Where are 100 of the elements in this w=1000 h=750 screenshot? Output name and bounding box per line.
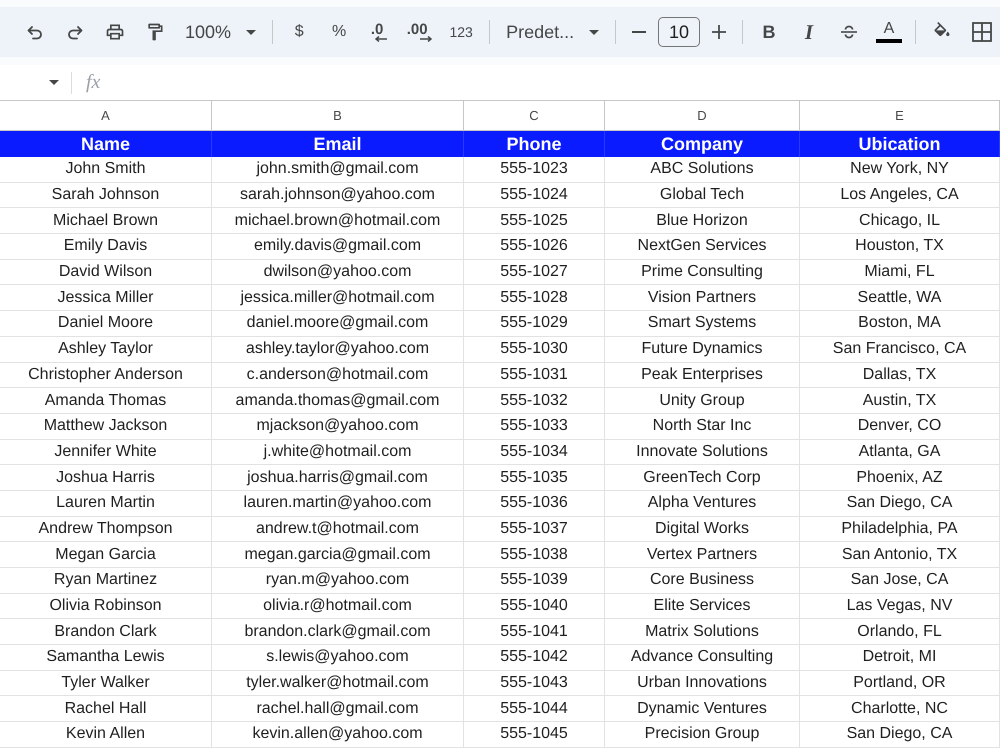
function-label: fx	[86, 71, 100, 94]
table-cell: San Jose, CA	[800, 568, 1000, 594]
font-dropdown[interactable]: Predet...	[498, 14, 608, 50]
table-cell: Matthew Jackson	[0, 414, 212, 440]
number-format-button[interactable]: 123	[441, 14, 482, 50]
table-cell: Lauren Martin	[0, 490, 212, 517]
table-cell: Vertex Partners	[605, 542, 800, 568]
table-cell: 555-1038	[464, 542, 605, 568]
table-cell: Tyler Walker	[0, 670, 212, 696]
table-cell: 555-1044	[464, 696, 605, 722]
column-header: Phone	[464, 131, 605, 157]
table-cell: Urban Innovations	[605, 670, 800, 696]
table-cell: John Smith	[0, 157, 212, 183]
table-cell: Dynamic Ventures	[605, 696, 800, 722]
table-cell: Las Vegas, NV	[800, 594, 1000, 620]
table-cell: joshua.harris@gmail.com	[212, 465, 464, 491]
table-cell: Kevin Allen	[0, 722, 212, 748]
table-cell: Denver, CO	[800, 414, 1000, 440]
table-cell: NextGen Services	[605, 234, 800, 260]
percent-button[interactable]: %	[321, 14, 358, 50]
currency-button[interactable]: $	[281, 14, 318, 50]
table-cell: Seattle, WA	[800, 285, 1000, 312]
table-cell: 555-1028	[464, 285, 605, 312]
table-cell: Daniel Moore	[0, 311, 212, 337]
table-cell: Global Tech	[605, 182, 800, 208]
table-cell: Jennifer White	[0, 440, 212, 466]
table-cell: Los Angeles, CA	[800, 182, 1000, 208]
left-arrow-icon	[375, 36, 388, 42]
column-header: Ubication	[800, 131, 1000, 157]
color-bar-icon	[876, 39, 902, 43]
table-cell: Vision Partners	[605, 285, 800, 312]
table-cell: Philadelphia, PA	[800, 516, 1000, 542]
table-cell: 555-1037	[464, 516, 605, 542]
table-cell: dwilson@yahoo.com	[212, 260, 464, 286]
table-cell: daniel.moore@gmail.com	[212, 311, 464, 337]
table-cell: tyler.walker@hotmail.com	[212, 670, 464, 696]
table-cell: c.anderson@hotmail.com	[212, 362, 464, 388]
print-icon	[105, 22, 125, 42]
table-cell: Andrew Thompson	[0, 516, 212, 542]
column-header: Company	[605, 131, 800, 157]
table-cell: 555-1023	[464, 157, 605, 183]
table-cell: Charlotte, NC	[800, 696, 1000, 722]
table-cell: Michael Brown	[0, 208, 212, 234]
table-cell: Matrix Solutions	[605, 619, 800, 646]
table-cell: 555-1045	[464, 722, 605, 748]
table-cell: Alpha Ventures	[605, 490, 800, 517]
column-header: Email	[212, 131, 464, 157]
table-cell: David Wilson	[0, 260, 212, 286]
increase-decimal-button[interactable]: .00	[401, 14, 438, 50]
table-cell: rachel.hall@gmail.com	[212, 696, 464, 722]
table-cell: Detroit, MI	[800, 645, 1000, 671]
zoom-dropdown[interactable]: 100%	[177, 14, 264, 50]
table-cell: New York, NY	[800, 157, 1000, 183]
table-cell: Peak Enterprises	[605, 362, 800, 388]
table-cell: 555-1041	[464, 619, 605, 646]
table-cell: 555-1034	[464, 440, 605, 466]
table-cell: Blue Horizon	[605, 208, 800, 234]
table-cell: Core Business	[605, 568, 800, 594]
table-cell: Smart Systems	[605, 311, 800, 337]
table-cell: 555-1040	[464, 594, 605, 620]
caret-icon	[589, 30, 600, 34]
table-cell: Olivia Robinson	[0, 594, 212, 620]
plus-icon	[712, 25, 726, 39]
table-cell: Portland, OR	[800, 670, 1000, 696]
table-cell: Miami, FL	[800, 260, 1000, 286]
table-cell: 555-1029	[464, 311, 605, 337]
table-cell: 555-1039	[464, 568, 605, 594]
table-cell: 555-1036	[464, 490, 605, 517]
table-cell: andrew.t@hotmail.com	[212, 516, 464, 542]
table-cell: Houston, TX	[800, 234, 1000, 260]
table-cell: 555-1032	[464, 388, 605, 414]
table-cell: Christopher Anderson	[0, 362, 212, 388]
table-cell: 555-1042	[464, 645, 605, 671]
table-cell: San Diego, CA	[800, 722, 1000, 748]
table-cell: kevin.allen@yahoo.com	[212, 722, 464, 748]
table-cell: amanda.thomas@gmail.com	[212, 388, 464, 414]
table-cell: 555-1043	[464, 670, 605, 696]
table-cell: 555-1030	[464, 336, 605, 362]
table-cell: michael.brown@hotmail.com	[212, 208, 464, 234]
table-cell: ashley.taylor@yahoo.com	[212, 336, 464, 362]
bold-button[interactable]: B	[751, 14, 787, 50]
table-cell: Chicago, IL	[800, 208, 1000, 234]
italic-button[interactable]: I	[791, 14, 827, 50]
table-cell: Precision Group	[605, 722, 800, 748]
caret-icon	[246, 30, 256, 34]
text-color-button[interactable]: A	[871, 14, 907, 50]
table-cell: Boston, MA	[800, 311, 1000, 337]
table-cell: Sarah Johnson	[0, 182, 212, 208]
table-cell: jessica.miller@hotmail.com	[212, 285, 464, 312]
table-cell: Digital Works	[605, 516, 800, 542]
table-cell: Austin, TX	[800, 388, 1000, 414]
table-cell: Megan Garcia	[0, 542, 212, 568]
decrease-decimal-button[interactable]: .0	[361, 14, 398, 50]
table-cell: Innovate Solutions	[605, 440, 800, 466]
table-cell: GreenTech Corp	[605, 465, 800, 491]
table-cell: Ashley Taylor	[0, 336, 212, 362]
table-cell: olivia.r@hotmail.com	[212, 594, 464, 620]
table-cell: Dallas, TX	[800, 362, 1000, 388]
font-size-field[interactable]: 10	[658, 17, 700, 47]
table-cell: ABC Solutions	[605, 157, 800, 183]
